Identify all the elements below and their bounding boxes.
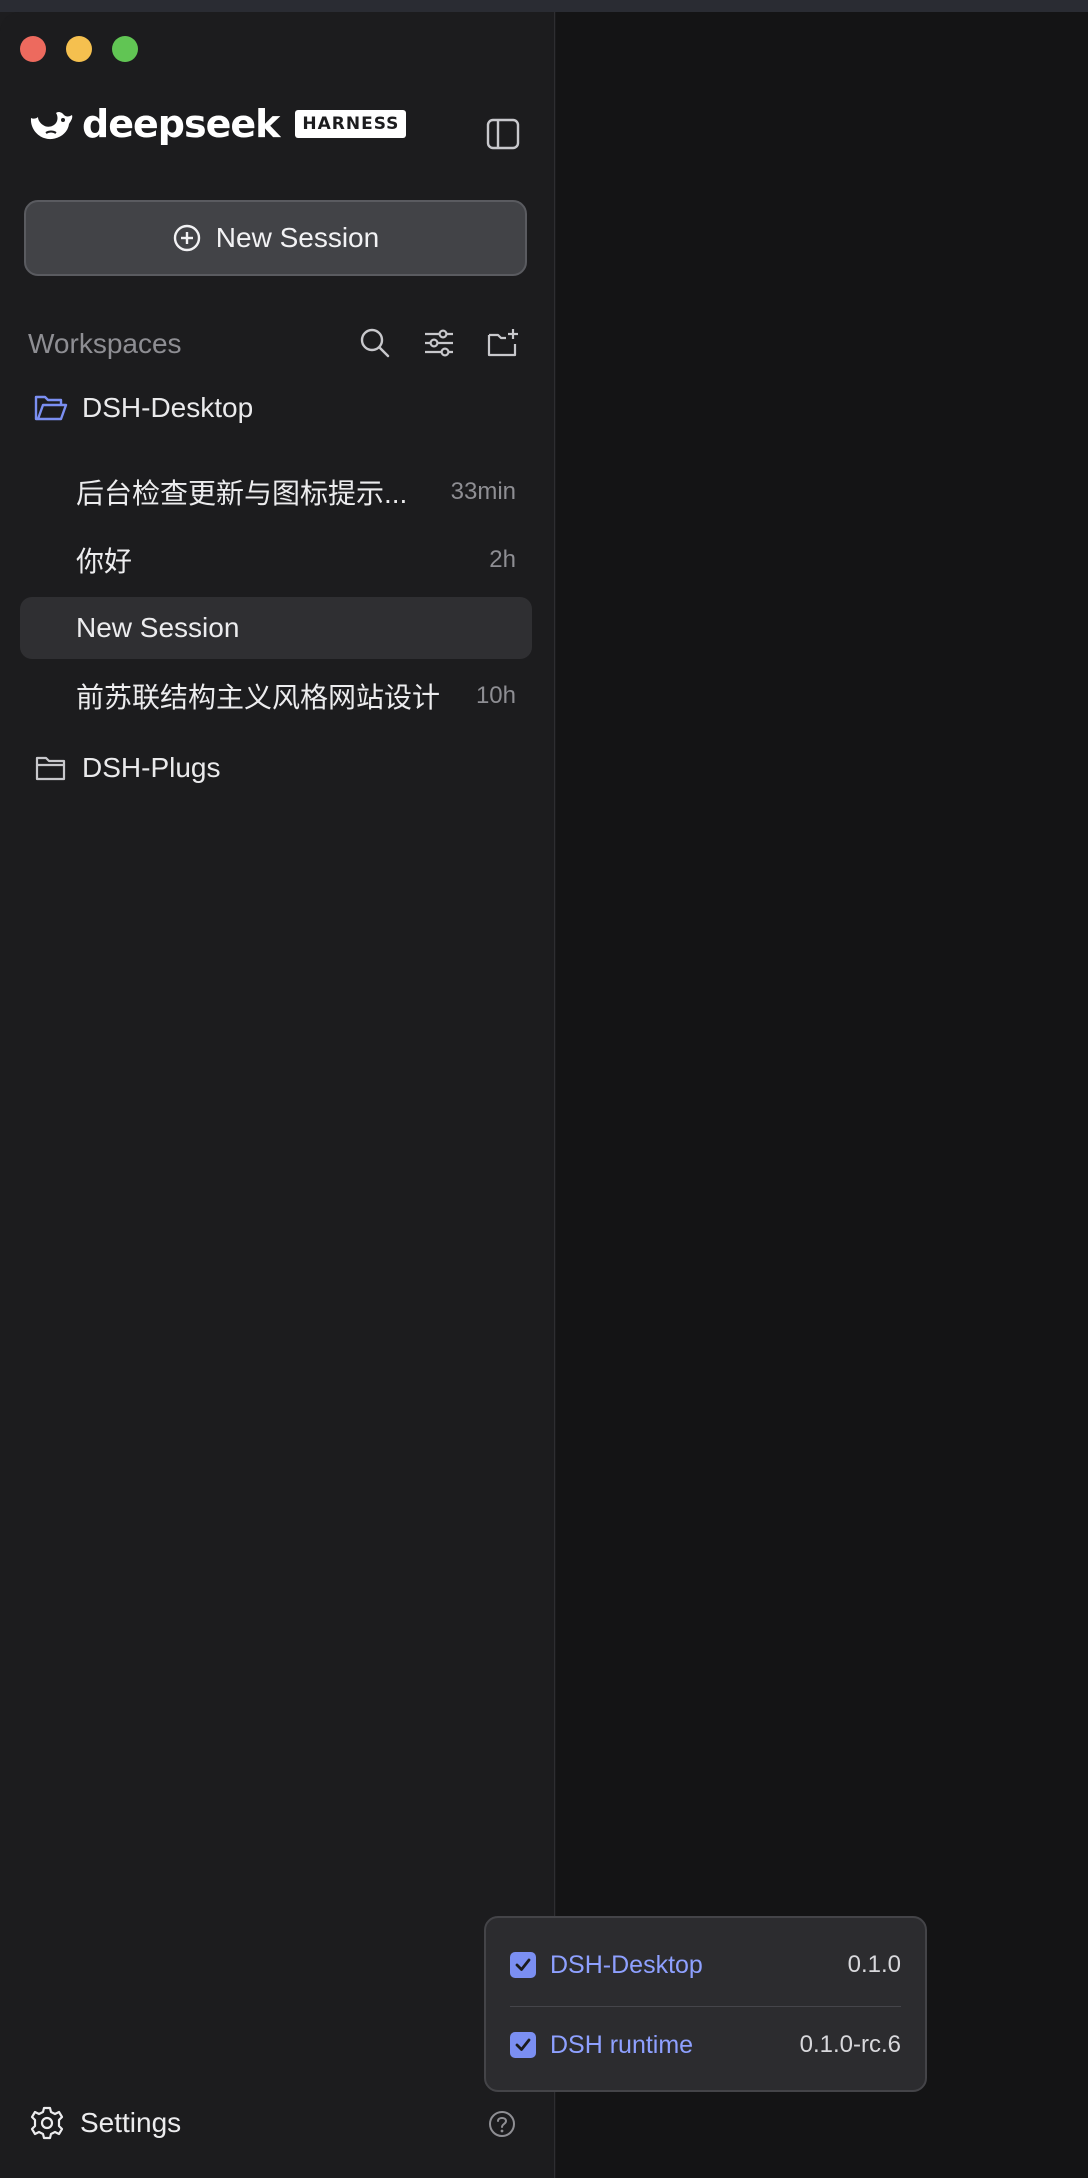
session-item[interactable]: 后台检查更新与图标提示... 33min [20,461,532,523]
new-session-button[interactable]: New Session [24,200,527,276]
divider [510,2006,901,2007]
session-title: 前苏联结构主义风格网站设计 [76,682,441,713]
add-folder-icon[interactable] [486,326,520,360]
close-window-button[interactable] [20,36,46,62]
window-controls [20,36,138,62]
session-title: 你好 [76,546,133,577]
version-checkbox[interactable] [510,1952,536,1978]
session-time: 2h [489,546,516,573]
project-name: DSH-Desktop [82,392,254,423]
search-icon[interactable] [358,326,392,360]
project-dsh-desktop[interactable]: DSH-Desktop [34,392,253,424]
checkmark-icon [515,2038,531,2051]
app-window: deepseek HARNESS New Session Workspaces [0,12,1088,2178]
maximize-window-button[interactable] [112,36,138,62]
session-item[interactable]: 你好 2h [20,529,532,591]
version-value: 0.1.0-rc.6 [799,2031,901,2058]
workspaces-header: Workspaces [28,320,528,370]
settings-button[interactable]: Settings [30,2106,181,2140]
settings-label: Settings [80,2107,182,2138]
folder-open-icon [34,395,68,421]
plus-circle-icon [173,224,200,252]
session-time: 33min [450,478,516,505]
help-icon[interactable] [488,2110,516,2138]
version-name: DSH-Desktop [550,1950,703,1979]
checkmark-icon [515,1958,531,1971]
project-name: DSH-Plugs [82,752,221,783]
workspaces-title: Workspaces [28,328,182,359]
desktop-background-strip [0,0,1088,12]
brand-badge: HARNESS [295,110,407,138]
project-dsh-plugs[interactable]: DSH-Plugs [34,752,220,784]
version-value: 0.1.0 [847,1951,901,1978]
new-session-label: New Session [215,222,380,253]
sidebar-toggle-icon[interactable] [486,118,520,150]
folder-icon [35,756,66,781]
session-title: New Session [76,612,240,643]
version-name: DSH runtime [550,2030,694,2059]
main-content-area [556,12,1088,2178]
version-row: DSH-Desktop 0.1.0 [510,1932,901,1998]
filter-sliders-icon[interactable] [422,326,456,360]
session-item[interactable]: 前苏联结构主义风格网站设计 10h [20,665,532,727]
version-popup: DSH-Desktop 0.1.0 DSH runtime 0.1.0-rc.6 [484,1916,927,2092]
sidebar: deepseek HARNESS New Session Workspaces [0,12,555,2178]
session-title: 后台检查更新与图标提示... [76,478,408,509]
whale-logo-icon [30,111,73,140]
version-row: DSH runtime 0.1.0-rc.6 [510,2012,901,2078]
version-checkbox[interactable] [510,2032,536,2058]
brand-name: deepseek [82,102,280,146]
minimize-window-button[interactable] [66,36,92,62]
brand: deepseek HARNESS [28,102,407,146]
session-item-active[interactable]: New Session [20,597,532,659]
gear-icon [30,2106,64,2140]
session-time: 10h [475,682,516,709]
